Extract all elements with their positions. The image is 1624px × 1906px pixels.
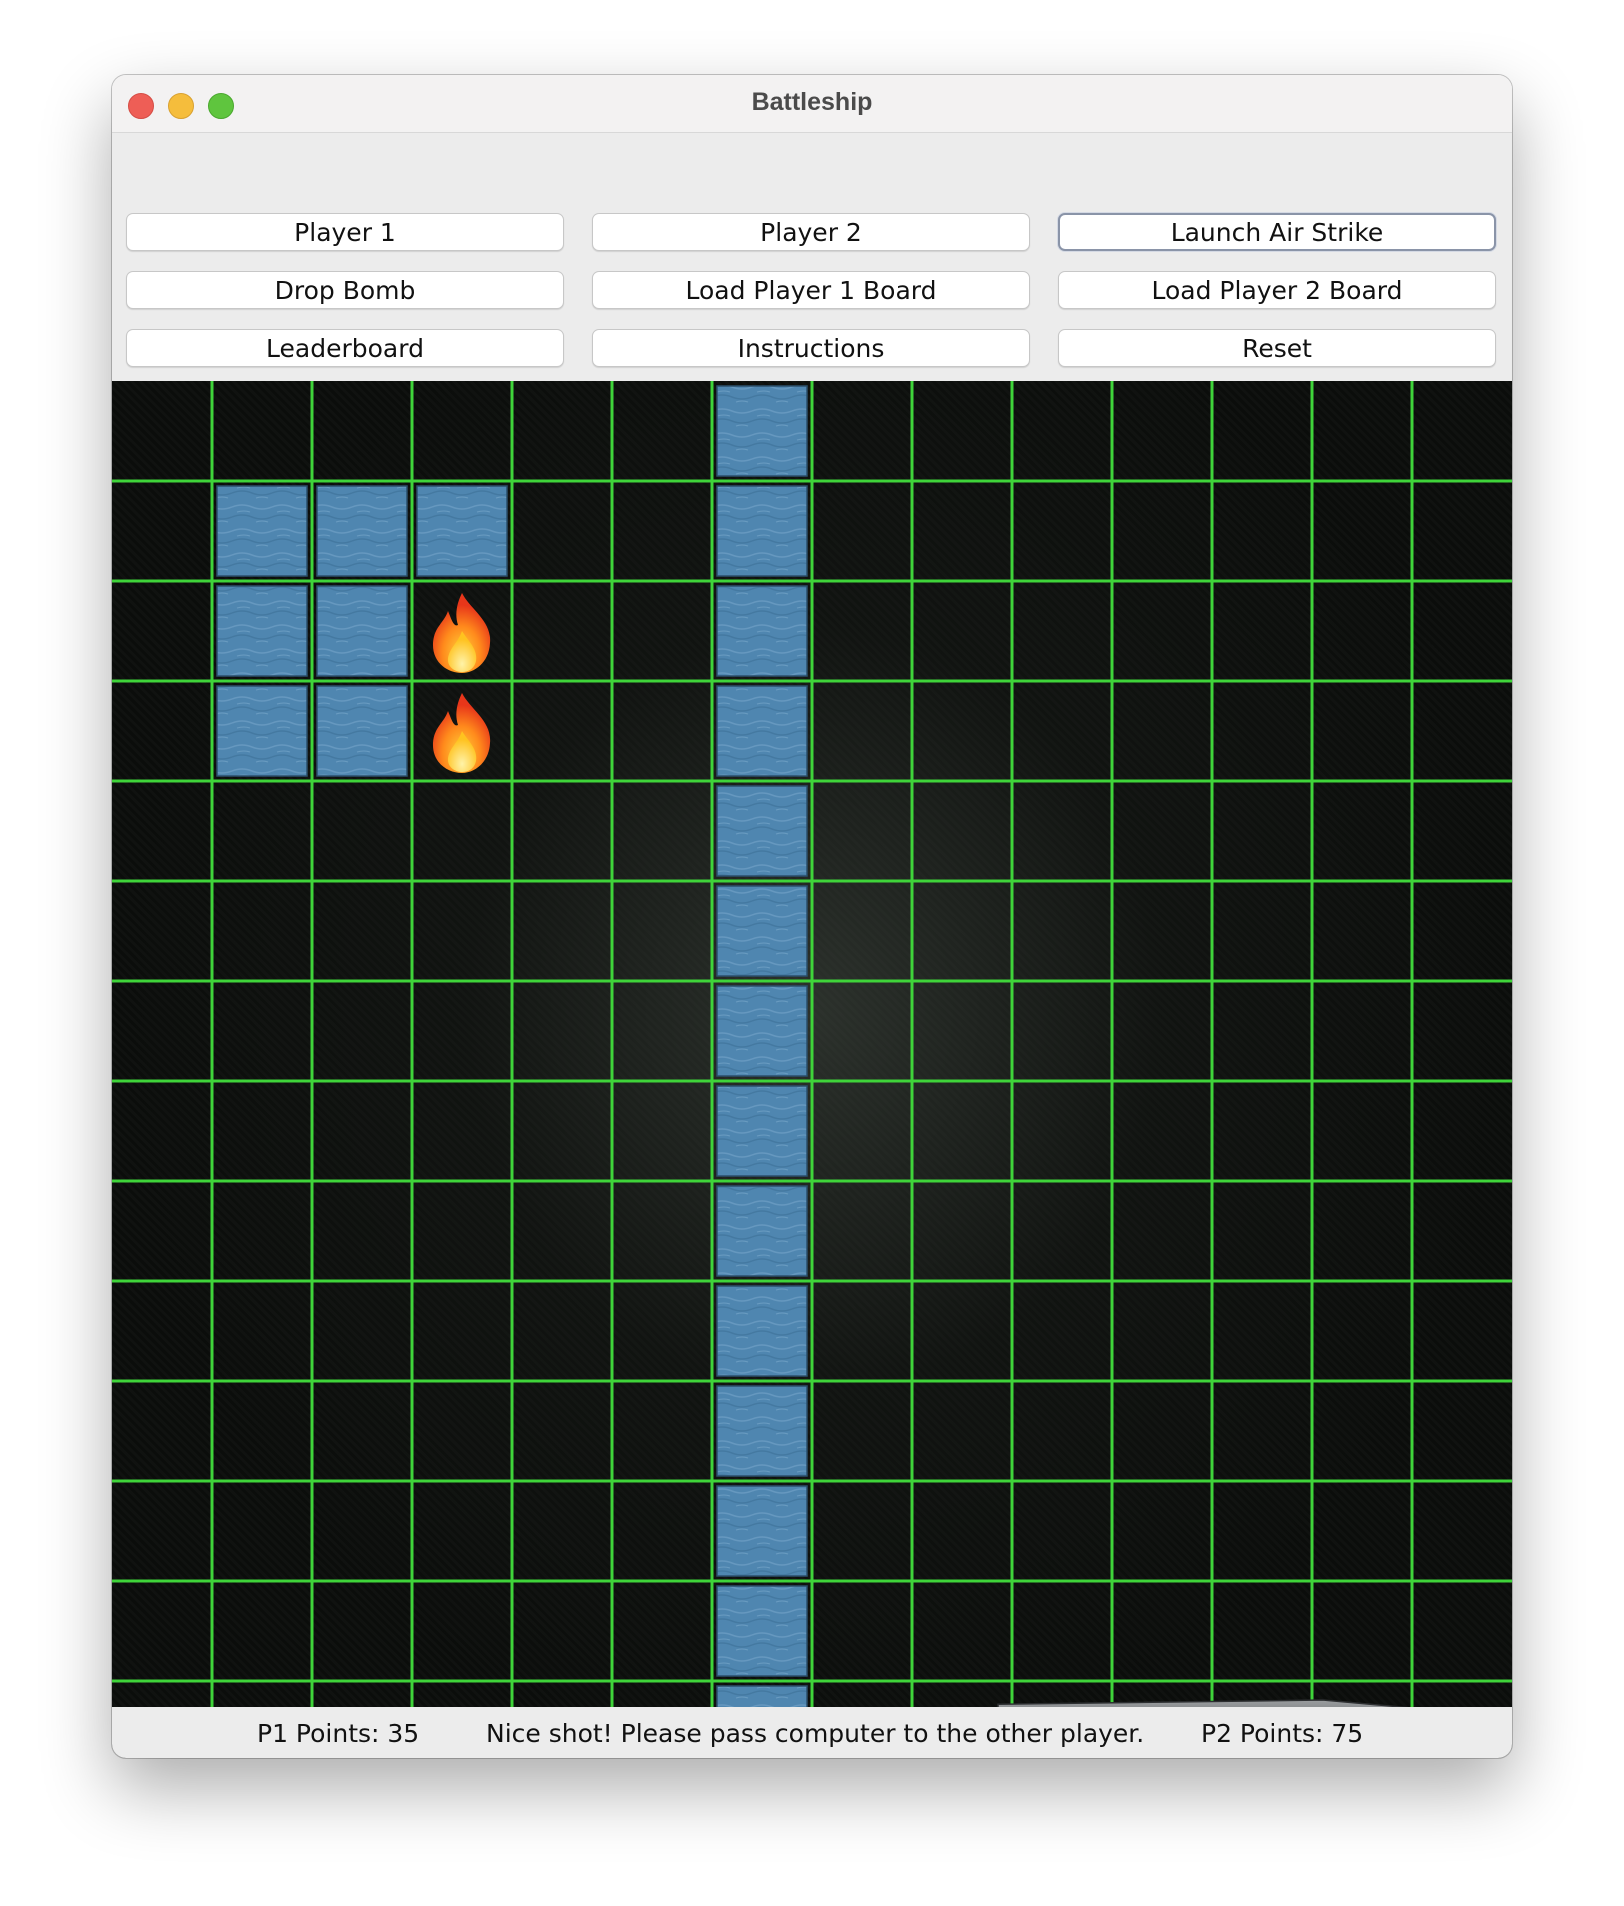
water-cell[interactable] xyxy=(716,1385,808,1477)
water-cell[interactable] xyxy=(716,485,808,577)
player-2-button[interactable]: Player 2 xyxy=(592,213,1030,251)
water-cell[interactable] xyxy=(716,1585,808,1677)
status-bar: P1 Points: 35 Nice shot! Please pass com… xyxy=(112,1707,1512,1758)
water-cell[interactable] xyxy=(716,585,808,677)
water-cell[interactable] xyxy=(716,985,808,1077)
status-message: Nice shot! Please pass computer to the o… xyxy=(486,1719,1145,1748)
title-bar: Battleship xyxy=(112,75,1512,133)
water-cell[interactable] xyxy=(716,1285,808,1377)
water-cell[interactable] xyxy=(716,885,808,977)
load-player-1-board-button[interactable]: Load Player 1 Board xyxy=(592,271,1030,309)
water-cell[interactable] xyxy=(716,1085,808,1177)
player-1-points: P1 Points: 35 xyxy=(257,1719,420,1748)
player-2-points: P2 Points: 75 xyxy=(1201,1719,1364,1748)
control-panel: Player 1 Player 2 Launch Air Strike Drop… xyxy=(112,133,1512,381)
water-cell[interactable] xyxy=(716,1185,808,1277)
water-cell[interactable] xyxy=(716,385,808,477)
drop-bomb-button[interactable]: Drop Bomb xyxy=(126,271,564,309)
water-cell[interactable] xyxy=(316,485,408,577)
water-cell[interactable] xyxy=(716,685,808,777)
game-board[interactable] xyxy=(112,381,1512,1758)
window-title: Battleship xyxy=(751,88,873,116)
water-cell[interactable] xyxy=(316,585,408,677)
water-cell[interactable] xyxy=(716,1485,808,1577)
water-cell[interactable] xyxy=(416,485,508,577)
player-1-button[interactable]: Player 1 xyxy=(126,213,564,251)
fire-icon[interactable] xyxy=(432,693,491,773)
water-cell[interactable] xyxy=(216,485,308,577)
water-cell[interactable] xyxy=(216,585,308,677)
water-cell[interactable] xyxy=(316,685,408,777)
water-cell[interactable] xyxy=(716,785,808,877)
instructions-button[interactable]: Instructions xyxy=(592,329,1030,367)
water-cell[interactable] xyxy=(216,685,308,777)
launch-air-strike-button[interactable]: Launch Air Strike xyxy=(1058,213,1496,251)
fire-icon[interactable] xyxy=(432,593,491,673)
leaderboard-button[interactable]: Leaderboard xyxy=(126,329,564,367)
reset-button[interactable]: Reset xyxy=(1058,329,1496,367)
board-grid[interactable] xyxy=(112,381,1512,1758)
load-player-2-board-button[interactable]: Load Player 2 Board xyxy=(1058,271,1496,309)
app-window: Battleship Player 1 Player 2 Launch Air … xyxy=(112,75,1512,1758)
